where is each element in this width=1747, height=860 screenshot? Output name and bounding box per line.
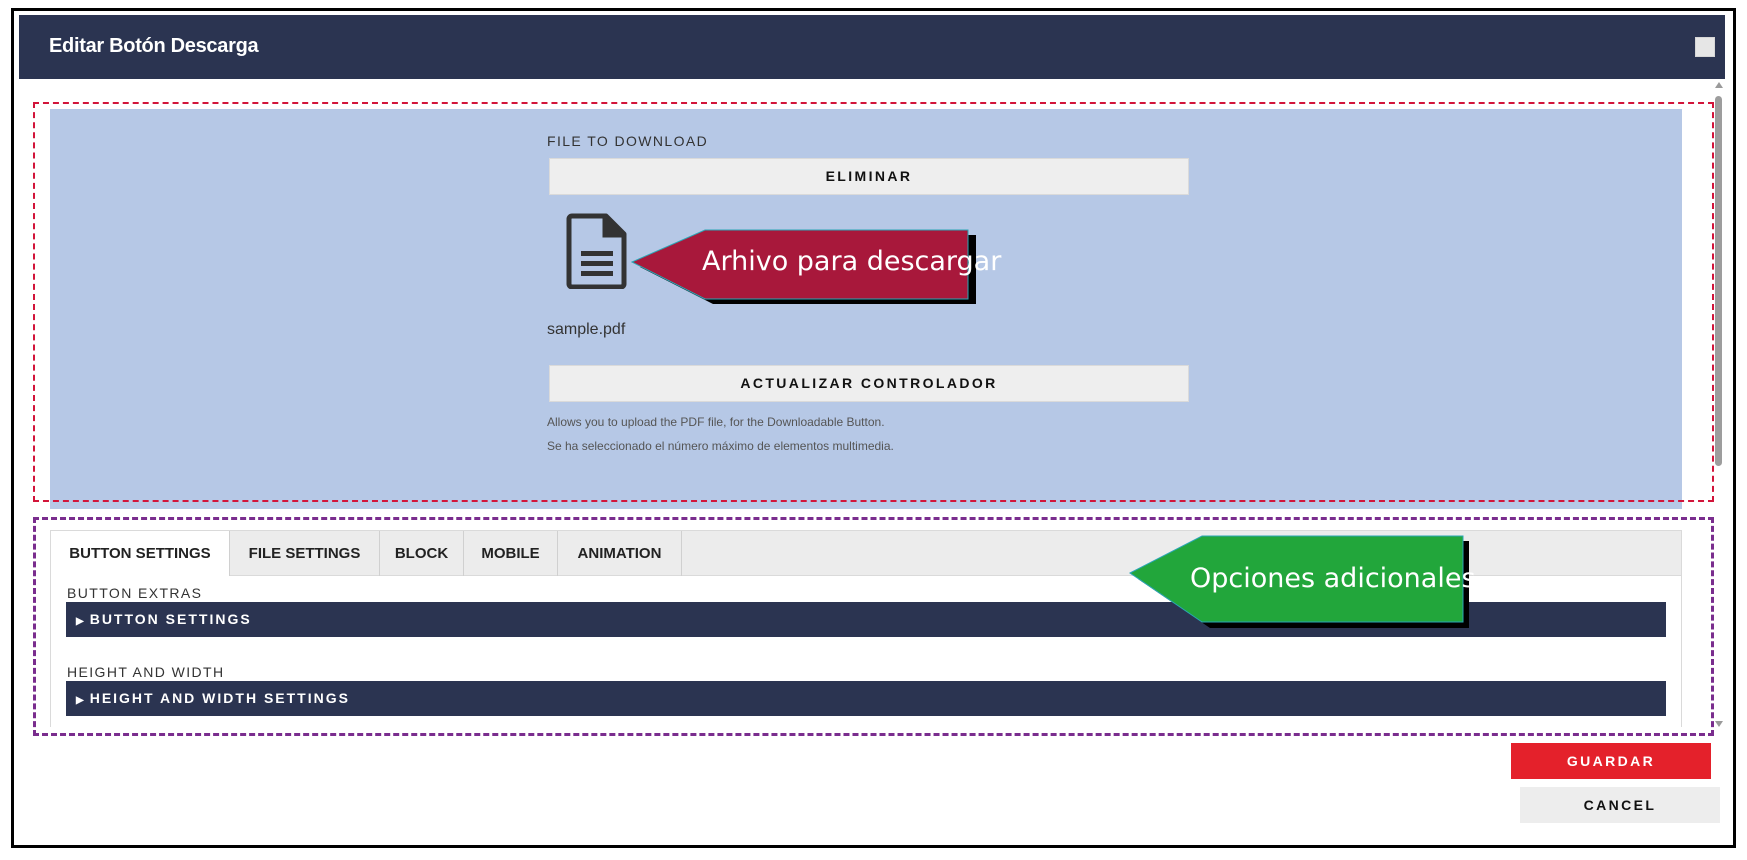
file-callout-text: Arhivo para descargar [702, 246, 1002, 277]
scroll-up-arrow-icon[interactable] [1715, 82, 1723, 88]
options-callout-text: Opciones adicionales [1190, 563, 1476, 594]
close-icon[interactable] [1695, 37, 1715, 57]
cancel-button[interactable]: CANCEL [1520, 787, 1720, 823]
scroll-thumb[interactable] [1715, 96, 1722, 466]
scroll-down-arrow-icon[interactable] [1715, 721, 1723, 727]
dialog-title: Editar Botón Descarga [49, 35, 259, 57]
vertical-scrollbar[interactable] [1713, 82, 1725, 727]
dialog-header: Editar Botón Descarga [19, 15, 1725, 79]
save-button[interactable]: GUARDAR [1511, 743, 1711, 779]
